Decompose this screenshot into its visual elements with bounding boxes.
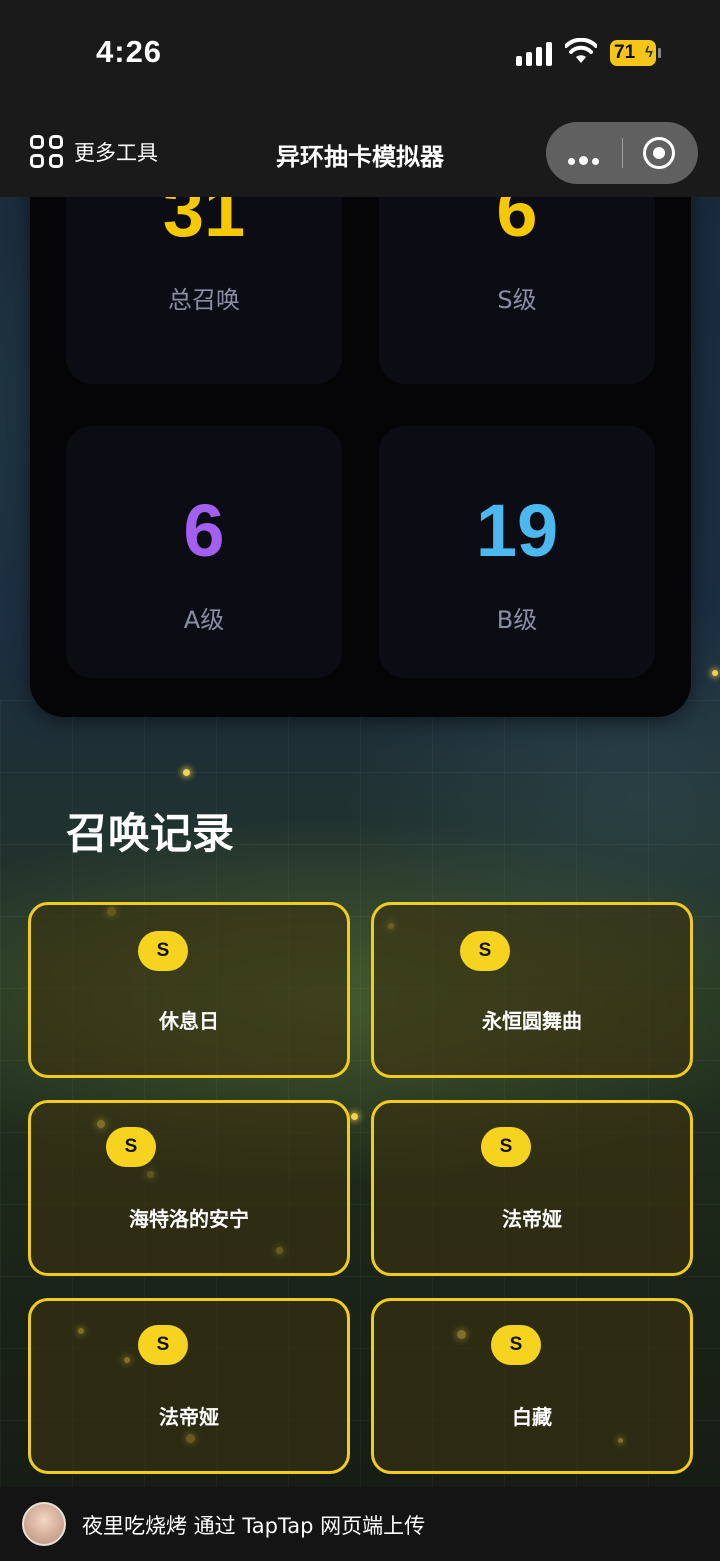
stat-label: B级	[496, 606, 538, 634]
wifi-icon	[565, 38, 597, 63]
stat-a-rank: 6 A级	[66, 426, 342, 678]
rank-badge: S	[460, 931, 510, 971]
status-time: 4:26	[96, 34, 163, 69]
sparkle	[351, 1113, 358, 1120]
record-name: 白藏	[512, 1405, 552, 1429]
upload-credit-text: 夜里吃烧烤 通过 TapTap 网页端上传	[82, 1514, 426, 1538]
avatar[interactable]	[22, 1502, 66, 1546]
capsule-divider	[622, 138, 623, 168]
record-card[interactable]: S 法帝娅	[28, 1298, 350, 1474]
rank-badge: S	[106, 1127, 156, 1167]
stat-label: A级	[183, 606, 225, 634]
stat-label: S级	[497, 286, 537, 314]
stats-panel: 31 总召唤 6 S级 6 A级 19 B级	[30, 132, 691, 717]
battery-level: 71	[614, 42, 636, 63]
battery-icon: 71 ϟ	[610, 40, 661, 66]
rank-badge: S	[138, 931, 188, 971]
records-section-title: 召唤记录	[66, 809, 235, 858]
stat-b-rank: 19 B级	[379, 426, 655, 678]
rank-badge: S	[491, 1325, 541, 1365]
stat-value: 6	[183, 489, 225, 572]
record-card[interactable]: S 休息日	[28, 902, 350, 1078]
rank-badge: S	[481, 1127, 531, 1167]
sparkle	[712, 670, 718, 676]
mini-program-capsule	[546, 122, 698, 184]
upload-credit-footer: 夜里吃烧烤 通过 TapTap 网页端上传	[0, 1487, 720, 1561]
more-options-icon[interactable]	[568, 150, 603, 169]
sparkle	[183, 769, 190, 776]
rank-badge: S	[138, 1325, 188, 1365]
navigation-bar: 更多工具 异环抽卡模拟器	[0, 105, 720, 197]
record-card[interactable]: S 海特洛的安宁	[28, 1100, 350, 1276]
close-mini-program-icon[interactable]	[643, 137, 675, 169]
cellular-signal-icon	[516, 42, 552, 66]
charging-bolt-icon: ϟ	[645, 44, 653, 61]
record-name: 法帝娅	[159, 1405, 219, 1429]
record-name: 休息日	[159, 1009, 219, 1033]
record-card[interactable]: S 白藏	[371, 1298, 693, 1474]
record-name: 永恒圆舞曲	[482, 1009, 582, 1033]
record-card[interactable]: S 法帝娅	[371, 1100, 693, 1276]
record-card[interactable]: S 永恒圆舞曲	[371, 902, 693, 1078]
record-name: 法帝娅	[502, 1207, 562, 1231]
stat-value: 19	[475, 489, 559, 572]
status-bar: 4:26 71 ϟ	[0, 0, 720, 105]
record-name: 海特洛的安宁	[129, 1207, 249, 1231]
stat-label: 总召唤	[168, 286, 240, 314]
